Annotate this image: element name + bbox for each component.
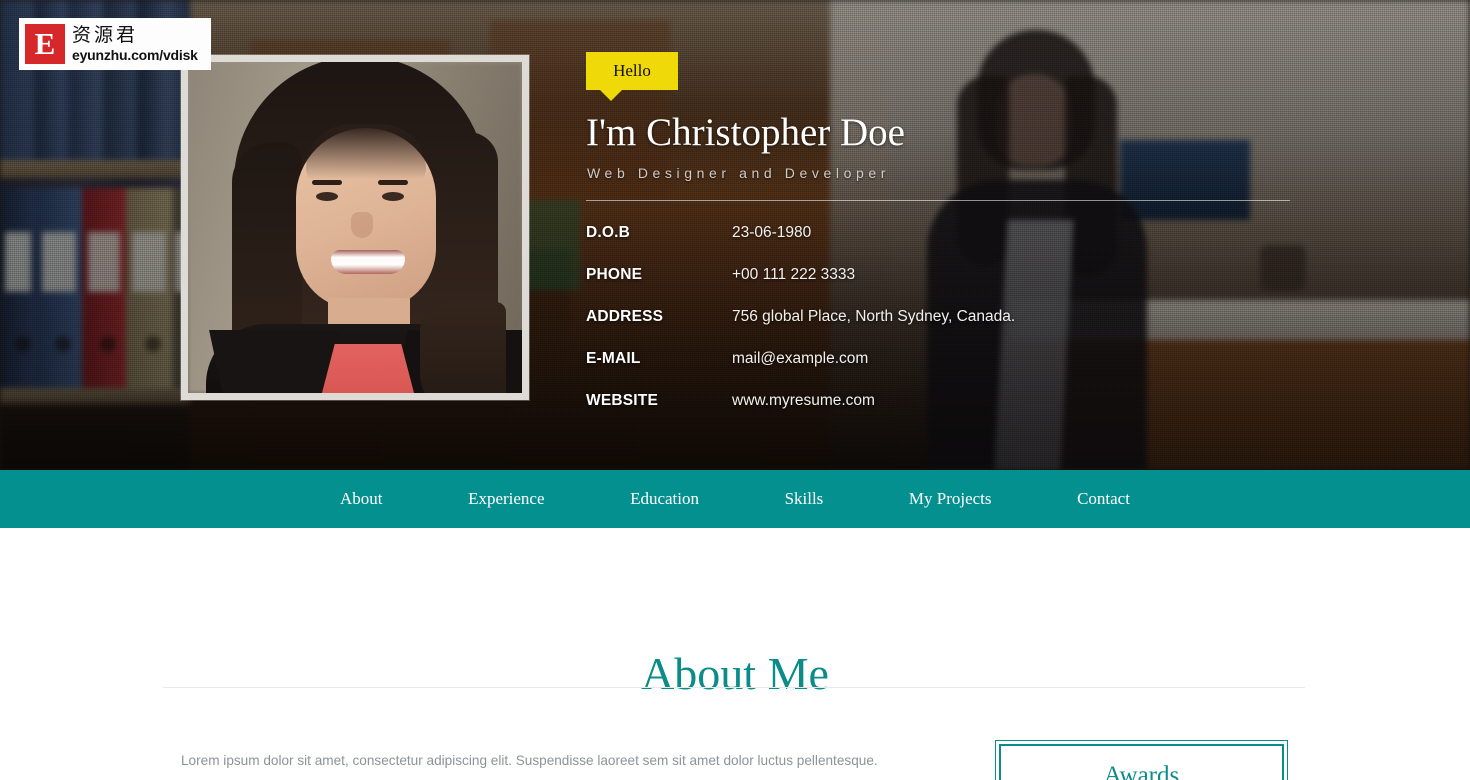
- info-value-phone: +00 111 222 3333: [732, 266, 856, 283]
- info-value-website[interactable]: www.myresume.com: [732, 392, 1290, 434]
- info-label-email: E-MAIL: [586, 350, 641, 367]
- main-navigation: About Experience Education Skills My Pro…: [0, 470, 1470, 528]
- info-value-address: 756 global Place, North Sydney, Canada.: [732, 308, 1016, 325]
- resume-page: Hello I'm Christopher Doe Web Designer a…: [0, 0, 1470, 780]
- about-text-column: Lorem ipsum dolor sit amet, consectetur …: [181, 748, 921, 780]
- watermark-url: eyunzhu.com/vdisk: [72, 47, 198, 63]
- table-row: ADDRESS 756 global Place, North Sydney, …: [586, 308, 1290, 350]
- info-label-phone: PHONE: [586, 266, 643, 283]
- nav-item-education[interactable]: Education: [630, 489, 699, 509]
- info-label-dob: D.O.B: [586, 224, 631, 241]
- nav-item-skills[interactable]: Skills: [785, 489, 824, 509]
- about-heading: About Me: [641, 648, 829, 700]
- table-row: WEBSITE www.myresume.com: [586, 392, 1290, 434]
- about-paragraph-1: Lorem ipsum dolor sit amet, consectetur …: [181, 753, 878, 768]
- profile-photo: [188, 62, 522, 393]
- personal-info-table: D.O.B 23-06-1980 PHONE +00 111 222 3333 …: [586, 224, 1290, 434]
- info-label-website: WEBSITE: [586, 392, 659, 409]
- info-value-dob: 23-06-1980: [732, 224, 812, 241]
- about-divider: [163, 687, 1305, 688]
- awards-card: Awards: [995, 740, 1288, 780]
- table-row: E-MAIL mail@example.com: [586, 350, 1290, 392]
- about-paragraph-2: Pellentesque eleifend tellus at interdum…: [181, 773, 921, 780]
- info-value-email[interactable]: mail@example.com: [732, 350, 1290, 392]
- hello-badge: Hello: [586, 52, 678, 101]
- nav-item-about[interactable]: About: [340, 489, 383, 509]
- page-title: I'm Christopher Doe: [586, 111, 905, 154]
- awards-heading: Awards: [1103, 762, 1180, 780]
- table-row: PHONE +00 111 222 3333: [586, 266, 1290, 308]
- watermark-chinese-text: 资源君: [72, 24, 139, 46]
- hero-section: Hello I'm Christopher Doe Web Designer a…: [0, 0, 1470, 470]
- info-label-address: ADDRESS: [586, 308, 664, 325]
- profile-photo-frame: [181, 55, 529, 400]
- watermark-logo: E 资源君 eyunzhu.com/vdisk: [19, 18, 211, 70]
- hero-subtitle: Web Designer and Developer: [587, 164, 891, 181]
- nav-item-experience[interactable]: Experience: [468, 489, 544, 509]
- hero-divider: [586, 200, 1290, 201]
- table-row: D.O.B 23-06-1980: [586, 224, 1290, 266]
- nav-item-my-projects[interactable]: My Projects: [909, 489, 992, 509]
- watermark-letter-icon: E: [25, 24, 65, 64]
- nav-item-contact[interactable]: Contact: [1077, 489, 1130, 509]
- hero-text-block: Hello I'm Christopher Doe Web Designer a…: [586, 52, 1296, 181]
